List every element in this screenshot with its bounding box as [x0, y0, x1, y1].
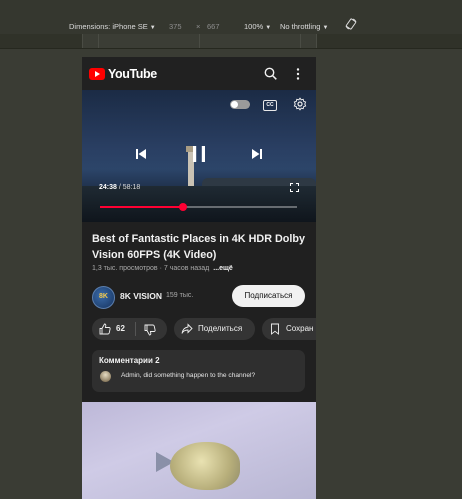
time-display: 24:38 / 58:18 — [99, 184, 140, 191]
thumbnail-fish — [170, 442, 240, 490]
progress-fill — [100, 206, 183, 208]
ruler-tick — [316, 34, 317, 48]
progress-scrubber[interactable] — [178, 203, 187, 211]
zoom-select[interactable]: 100% ▼ — [244, 22, 271, 31]
subscribe-button[interactable]: Подписаться — [232, 285, 305, 307]
youtube-header: YouTube — [82, 57, 316, 90]
gear-icon[interactable] — [293, 97, 307, 111]
share-button[interactable]: Поделиться — [174, 318, 255, 340]
zoom-label: 100% — [244, 22, 264, 31]
video-scene-rocks — [82, 186, 316, 222]
action-bar: 62 Поделиться Сохран — [92, 318, 316, 340]
device-viewport: YouTube CC 24:38 / 58:18 Best of Fantast… — [82, 57, 316, 499]
duration: 58:18 — [122, 184, 141, 191]
show-more-link[interactable]: ...ещё — [213, 265, 233, 272]
chevron-down-icon: ▼ — [265, 25, 272, 31]
fullscreen-icon[interactable] — [290, 183, 299, 192]
height-input[interactable]: 667 — [207, 22, 220, 31]
video-player[interactable]: CC 24:38 / 58:18 — [82, 90, 316, 222]
next-icon[interactable] — [250, 147, 264, 161]
times-sign: × — [196, 22, 201, 31]
search-icon[interactable] — [264, 67, 277, 80]
cc-icon[interactable]: CC — [263, 100, 277, 111]
share-label: Поделиться — [198, 324, 243, 333]
views-and-date: 1,3 тыс. просмотров · 7 часов назад — [92, 265, 210, 272]
youtube-logo-icon[interactable] — [89, 68, 105, 80]
divider — [0, 48, 462, 49]
ruler-tick — [82, 34, 83, 48]
media-query-ruler — [0, 34, 462, 48]
comments-title: Комментарии 2 — [99, 356, 160, 365]
divider — [135, 322, 136, 336]
top-comment-text: Admin, did something happen to the chann… — [121, 372, 256, 379]
share-icon — [181, 323, 193, 334]
previous-icon[interactable] — [134, 147, 148, 161]
throttling-select[interactable]: No throttling ▼ — [280, 22, 328, 31]
video-meta: 1,3 тыс. просмотров · 7 часов назад ...ещ… — [92, 265, 233, 272]
chevron-down-icon: ▼ — [322, 25, 329, 31]
youtube-logo-text[interactable]: YouTube — [108, 67, 157, 81]
save-label: Сохран — [286, 324, 314, 333]
devtools-device-toolbar: Dimensions: iPhone SE ▼ 375 × 667 100% ▼ N… — [0, 0, 462, 34]
subscriber-count: 159 тыс. — [166, 292, 194, 299]
save-button[interactable]: Сохран — [262, 318, 316, 340]
video-title: Best of Fantastic Places in 4K HDR Dolby… — [92, 233, 305, 261]
bookmark-icon — [271, 323, 279, 335]
ruler-tick — [300, 34, 301, 48]
ruler-tick — [199, 34, 200, 48]
device-select[interactable]: Dimensions: iPhone SE ▼ — [69, 22, 156, 31]
pause-icon[interactable] — [190, 144, 208, 164]
chevron-down-icon: ▼ — [149, 25, 156, 31]
comments-panel[interactable]: Комментарии 2 Admin, did something happe… — [92, 350, 305, 392]
channel-name[interactable]: 8K VISION — [120, 291, 162, 301]
thumbs-down-icon[interactable] — [144, 324, 156, 336]
thumbs-up-icon[interactable] — [99, 323, 111, 335]
more-vert-icon[interactable] — [294, 67, 302, 81]
channel-avatar-text: 8K — [99, 293, 108, 300]
like-count: 62 — [116, 324, 125, 333]
device-label: Dimensions: iPhone SE — [69, 22, 148, 31]
width-input[interactable]: 375 — [169, 22, 182, 31]
ruler-tick — [98, 34, 99, 48]
rotate-icon[interactable] — [345, 18, 357, 30]
commenter-avatar — [100, 371, 111, 382]
throttling-label: No throttling — [280, 22, 321, 31]
progress-bar[interactable] — [100, 203, 297, 211]
like-dislike-pill: 62 — [92, 318, 167, 340]
current-time: 24:38 — [99, 184, 117, 191]
autoplay-toggle[interactable] — [230, 100, 250, 109]
channel-avatar[interactable]: 8K — [92, 286, 115, 309]
next-video-thumbnail[interactable] — [82, 402, 316, 499]
